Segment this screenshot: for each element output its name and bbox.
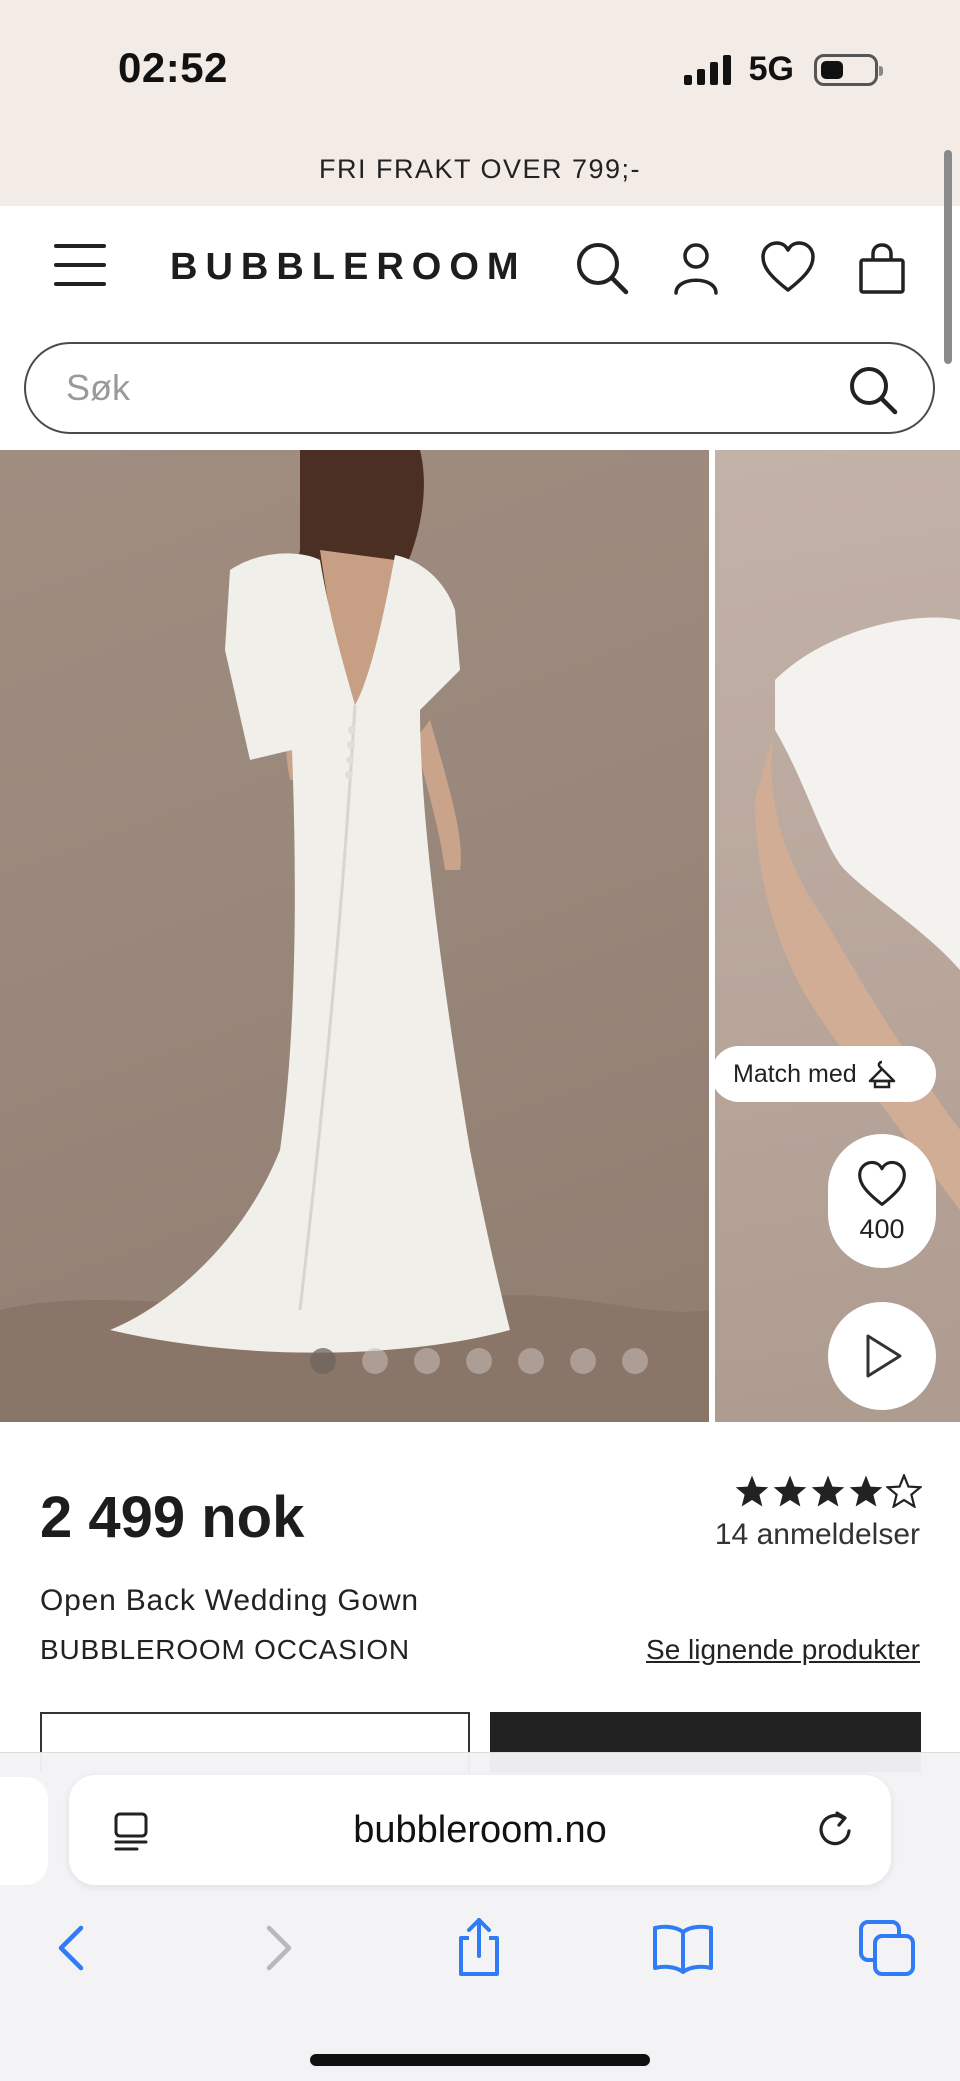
network-label: 5G bbox=[748, 50, 794, 88]
rating-stars bbox=[734, 1474, 922, 1508]
search-bar bbox=[24, 342, 935, 434]
gown-back-illustration bbox=[0, 450, 709, 1422]
heart-outline-icon bbox=[858, 1160, 906, 1206]
gallery-dot[interactable] bbox=[414, 1348, 440, 1374]
signal-icon bbox=[683, 54, 731, 85]
address-bar[interactable]: bubbleroom.no bbox=[69, 1775, 891, 1885]
share-icon[interactable] bbox=[444, 1913, 514, 1983]
bookmarks-icon[interactable] bbox=[648, 1913, 718, 1983]
product-brand[interactable]: BUBBLEROOM OCCASION bbox=[40, 1634, 410, 1666]
gallery-dot[interactable] bbox=[310, 1348, 336, 1374]
gallery-pagination bbox=[310, 1348, 648, 1374]
previous-tab-peek[interactable] bbox=[0, 1777, 48, 1885]
account-icon[interactable] bbox=[666, 238, 726, 298]
menu-icon[interactable] bbox=[54, 244, 106, 286]
scroll-indicator bbox=[944, 150, 952, 364]
star-filled-icon bbox=[735, 1475, 769, 1507]
match-with-button[interactable]: Match med bbox=[711, 1046, 936, 1102]
wishlist-count: 400 bbox=[859, 1213, 905, 1244]
gallery-dot[interactable] bbox=[570, 1348, 596, 1374]
home-indicator bbox=[310, 2054, 650, 2066]
product-name: Open Back Wedding Gown bbox=[40, 1584, 419, 1617]
search-icon[interactable] bbox=[572, 238, 632, 298]
product-image-back[interactable] bbox=[0, 450, 709, 1422]
hanger-icon bbox=[868, 1060, 895, 1089]
back-icon[interactable] bbox=[36, 1913, 106, 1983]
play-icon bbox=[866, 1334, 902, 1378]
battery-icon bbox=[814, 53, 883, 86]
site-header: BUBBLEROOM bbox=[0, 206, 960, 330]
product-image-sleeve[interactable] bbox=[715, 450, 960, 1422]
site-logo[interactable]: BUBBLEROOM bbox=[170, 246, 527, 289]
wishlist-button[interactable]: 400 bbox=[828, 1134, 936, 1268]
heart-icon[interactable] bbox=[758, 238, 818, 298]
reviews-link[interactable]: 14 anmeldelser bbox=[715, 1518, 920, 1552]
forward-icon[interactable] bbox=[244, 1913, 314, 1983]
star-filled-icon bbox=[773, 1475, 807, 1507]
match-with-label: Match med bbox=[733, 1059, 857, 1088]
status-indicators: 5G bbox=[683, 50, 883, 89]
reload-icon[interactable] bbox=[813, 1807, 859, 1853]
browser-toolbar: bubbleroom.no bbox=[0, 1752, 960, 2081]
search-submit-icon[interactable] bbox=[847, 364, 899, 416]
product-gallery[interactable] bbox=[0, 450, 960, 1422]
tabs-icon[interactable] bbox=[852, 1913, 922, 1983]
gallery-dot[interactable] bbox=[466, 1348, 492, 1374]
star-filled-icon bbox=[849, 1475, 883, 1507]
star-filled-icon bbox=[811, 1475, 845, 1507]
play-video-button[interactable] bbox=[828, 1302, 936, 1410]
status-time: 02:52 bbox=[118, 44, 228, 91]
bag-icon[interactable] bbox=[852, 238, 912, 298]
promo-banner: FRI FRAKT OVER 799;- bbox=[318, 154, 642, 184]
gallery-dot[interactable] bbox=[622, 1348, 648, 1374]
gown-sleeve-illustration bbox=[755, 617, 960, 1210]
product-price: 2 499 nok bbox=[40, 1485, 305, 1550]
search-input[interactable] bbox=[66, 362, 846, 414]
similar-products-link[interactable]: Se lignende produkter bbox=[646, 1634, 920, 1666]
star-empty-icon bbox=[886, 1474, 922, 1508]
gallery-dot[interactable] bbox=[518, 1348, 544, 1374]
url-text: bubbleroom.no bbox=[353, 1809, 607, 1851]
gallery-dot[interactable] bbox=[362, 1348, 388, 1374]
